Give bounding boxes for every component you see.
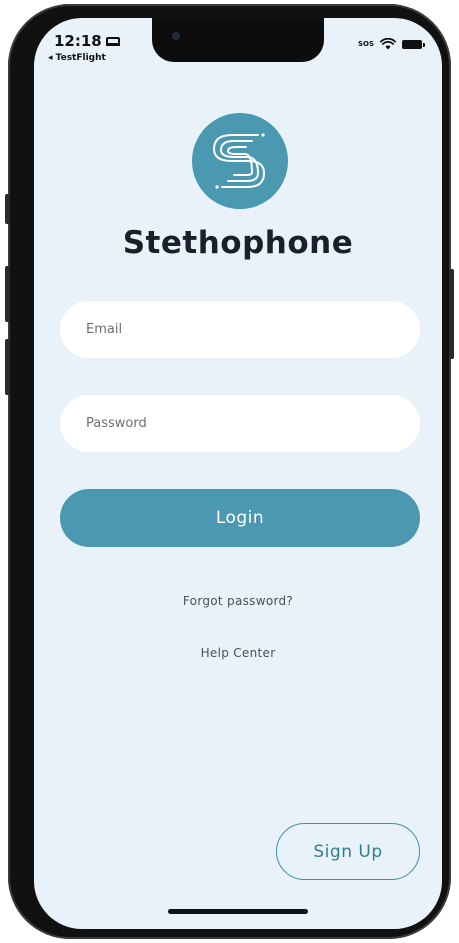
back-to-app-link[interactable]: ◂ TestFlight xyxy=(48,53,106,63)
notch xyxy=(152,18,324,62)
battery-icon xyxy=(402,39,425,49)
stethophone-logo xyxy=(192,113,288,209)
clock-text: 12:18 xyxy=(54,32,102,50)
app-screen: 12:18 ◂ TestFlight SOS Stethophone Login… xyxy=(34,18,442,929)
app-title: Stethophone xyxy=(122,225,354,261)
email-input[interactable] xyxy=(60,301,420,358)
power-button xyxy=(449,269,454,359)
wifi-icon xyxy=(380,38,396,50)
sign-up-button[interactable]: Sign Up xyxy=(276,823,420,880)
status-time: 12:18 xyxy=(54,32,120,50)
password-input[interactable] xyxy=(60,395,420,452)
volume-up-button xyxy=(5,266,10,322)
login-button[interactable]: Login xyxy=(60,489,420,547)
front-camera xyxy=(172,32,180,40)
sos-indicator: SOS xyxy=(357,40,374,48)
home-indicator[interactable] xyxy=(168,909,308,914)
volume-down-button xyxy=(5,339,10,395)
forgot-password-link[interactable]: Forgot password? xyxy=(34,594,442,608)
help-center-link[interactable]: Help Center xyxy=(34,646,442,660)
sleep-focus-icon xyxy=(105,36,120,46)
side-button xyxy=(5,194,10,224)
stethophone-logo-icon xyxy=(212,133,266,189)
status-icons: SOS xyxy=(357,38,425,50)
